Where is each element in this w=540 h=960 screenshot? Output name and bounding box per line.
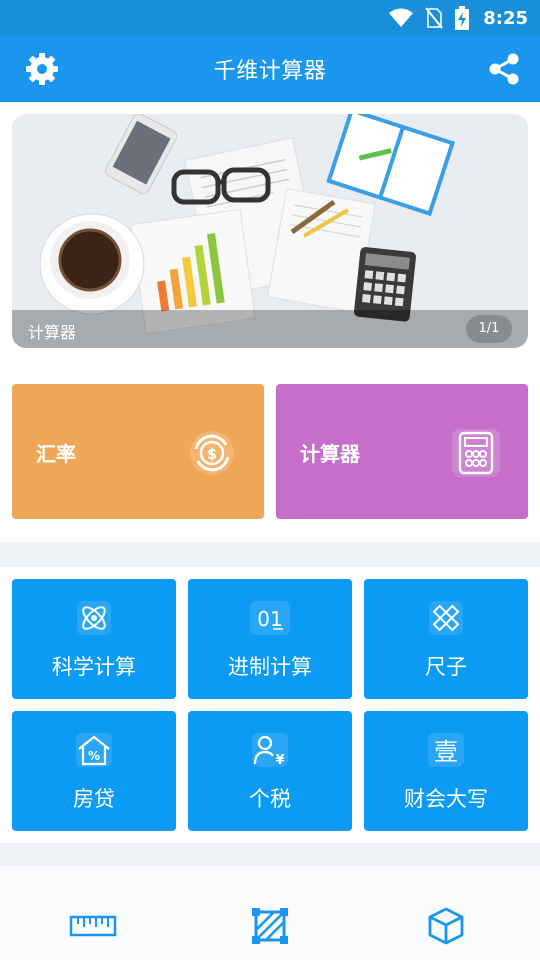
calculator-card[interactable]: 计算器 bbox=[276, 384, 528, 519]
app-title: 千维计算器 bbox=[213, 59, 327, 84]
no-sim-icon bbox=[425, 7, 443, 29]
tile-label: 进制计算 bbox=[228, 655, 312, 679]
banner-carousel[interactable]: 计算器 1/1 bbox=[12, 114, 528, 348]
crop-frame-icon[interactable] bbox=[245, 906, 295, 946]
tile-label: 科学计算 bbox=[52, 655, 136, 679]
tile-label: 财会大写 bbox=[404, 787, 488, 811]
app-bar: 千维计算器 bbox=[0, 36, 540, 102]
tile-income-tax[interactable]: ¥ 个税 bbox=[188, 711, 352, 831]
tile-ruler[interactable]: 尺子 bbox=[364, 579, 528, 699]
tile-label: 房贷 bbox=[73, 787, 115, 811]
tile-mortgage[interactable]: % 房贷 bbox=[12, 711, 176, 831]
cube-icon[interactable] bbox=[421, 906, 471, 946]
gear-icon[interactable] bbox=[24, 51, 60, 87]
tile-financial-uppercase[interactable]: 壹 财会大写 bbox=[364, 711, 528, 831]
atom-icon bbox=[12, 601, 176, 635]
svg-text:$: $ bbox=[207, 445, 217, 463]
bottom-nav bbox=[0, 866, 540, 960]
status-time: 8:25 bbox=[483, 7, 528, 29]
tile-label: 尺子 bbox=[425, 655, 467, 679]
person-yen-icon: ¥ bbox=[188, 733, 352, 767]
chinese-numeral-icon-text: 壹 bbox=[434, 738, 458, 766]
house-percent-icon: % bbox=[12, 733, 176, 767]
share-icon[interactable] bbox=[486, 51, 522, 87]
binary-icon-text: 01 bbox=[257, 607, 282, 631]
banner-caption-bar: 计算器 1/1 bbox=[12, 310, 528, 348]
svg-text:%: % bbox=[88, 749, 100, 763]
currency-exchange-icon: $ bbox=[188, 429, 236, 477]
binary-icon: 01 bbox=[188, 601, 352, 635]
wifi-icon bbox=[389, 8, 414, 28]
tile-scientific-calc[interactable]: 科学计算 bbox=[12, 579, 176, 699]
tile-base-conversion[interactable]: 01 进制计算 bbox=[188, 579, 352, 699]
battery-charging-icon bbox=[455, 6, 470, 30]
status-bar: 8:25 bbox=[0, 0, 540, 36]
ruler-icon[interactable] bbox=[68, 906, 118, 946]
tile-label: 个税 bbox=[249, 787, 291, 811]
calculator-icon bbox=[452, 429, 500, 477]
svg-text:¥: ¥ bbox=[275, 753, 284, 767]
exchange-rate-label: 汇率 bbox=[36, 442, 76, 466]
chinese-numeral-icon: 壹 bbox=[364, 733, 528, 767]
exchange-rate-card[interactable]: 汇率 $ bbox=[12, 384, 264, 519]
calculator-label: 计算器 bbox=[300, 442, 360, 466]
banner-caption: 计算器 bbox=[28, 323, 77, 342]
ruler-pencil-icon bbox=[364, 601, 528, 635]
banner-page-indicator: 1/1 bbox=[466, 315, 512, 343]
